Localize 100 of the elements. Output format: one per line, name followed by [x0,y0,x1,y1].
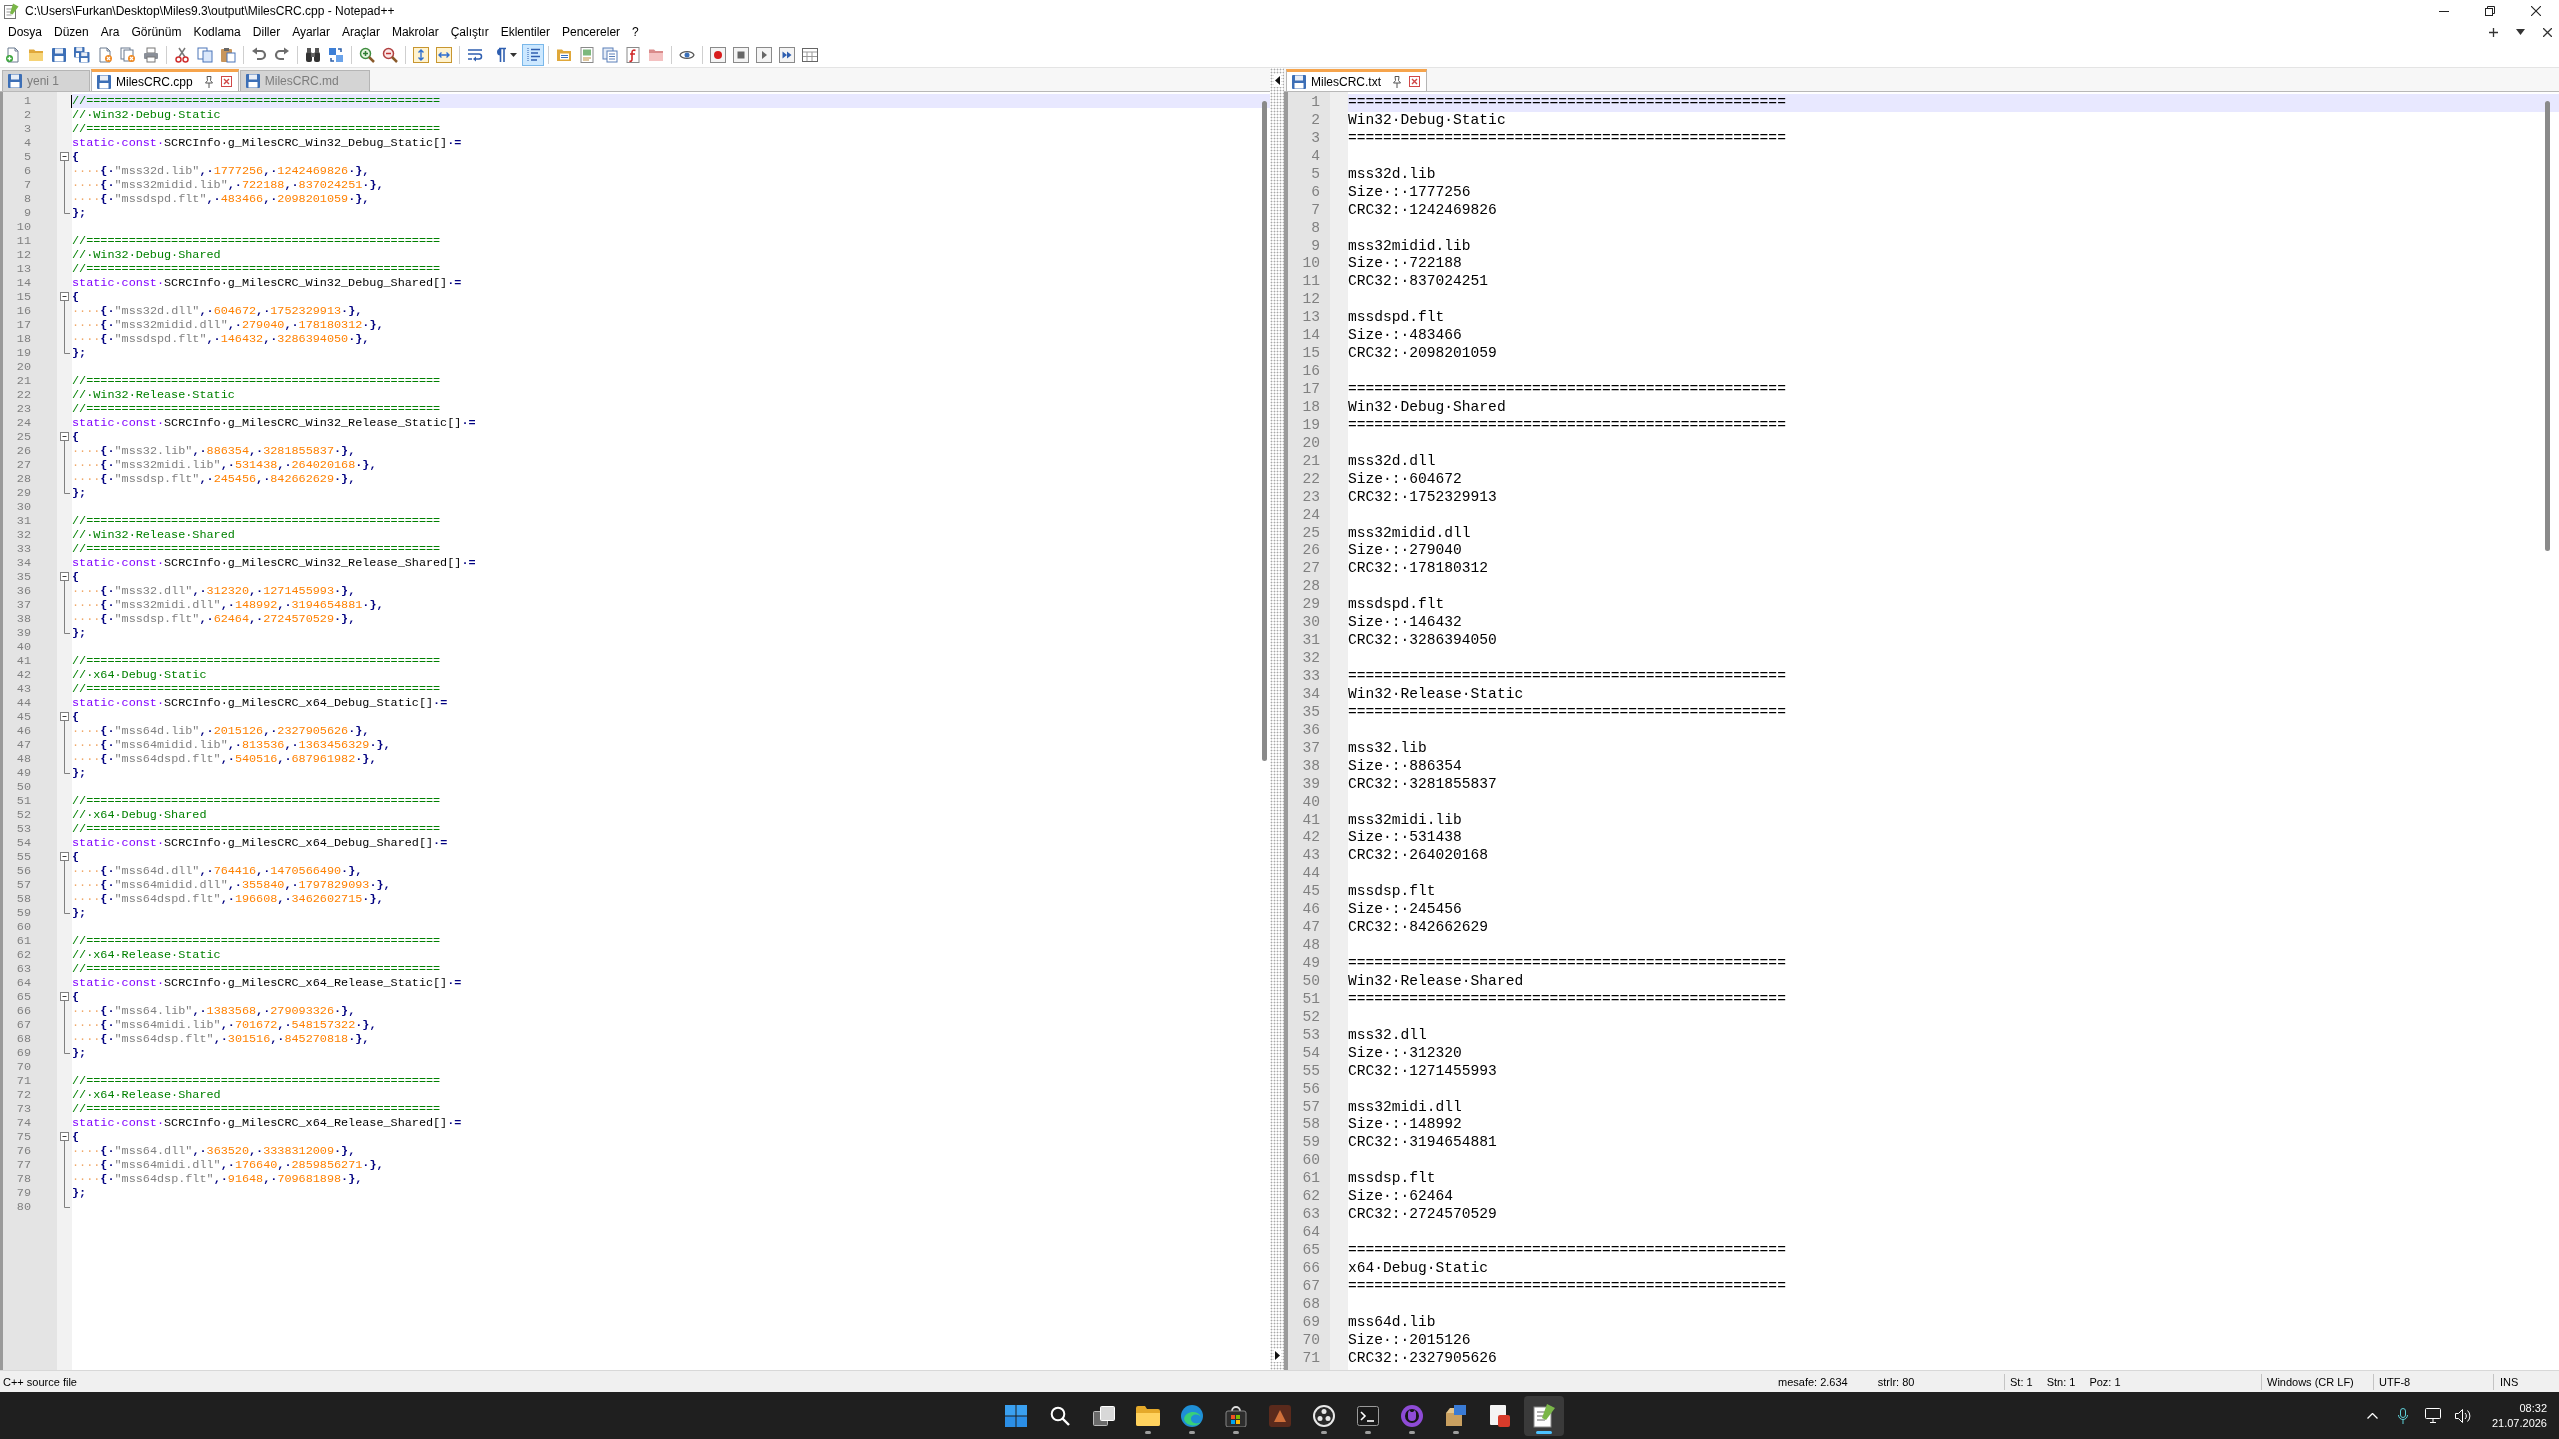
fold-end-line [64,346,70,354]
code-line: //================================================== [72,794,441,808]
menu-item[interactable]: Araçlar [335,25,386,39]
code-line: static·const·SCRCInfo·g_MilesCRC_Win32_Debug_Shared[]·= [72,276,462,290]
text-line: ================================================== [1348,955,1786,973]
menu-item[interactable]: Ayarlar [286,25,336,39]
text-line: mss32midi.lib [1348,811,1462,830]
collapse-box-icon[interactable] [60,572,69,584]
pin-icon[interactable] [1392,75,1402,88]
code-line: static·const·SCRCInfo·g_MilesCRC_Win32_Release_Shared[]·= [72,556,476,570]
chevron-up-icon[interactable] [2367,1412,2379,1419]
text-line: CRC32:·3281855837 [1348,775,1497,794]
triangle-tile-icon [1268,1404,1291,1427]
line-number: 67 [16,1018,31,1032]
speaker-icon[interactable] [2454,1408,2471,1423]
line-number: 57 [1302,1098,1320,1115]
text-line: Size·:·146432 [1348,614,1462,633]
code-line: }; [72,766,87,780]
line-number: 11 [1302,273,1320,290]
text-line: ================================================== [1348,129,1786,148]
line-number: 41 [16,654,31,668]
network-monitor-icon[interactable] [2424,1408,2441,1423]
menu-item[interactable]: Görünüm [125,25,188,39]
code-line: static·const·SCRCInfo·g_MilesCRC_Win32_Release_Static[]·= [72,416,476,430]
menu-item[interactable]: Düzen [48,25,95,39]
line-number: 79 [16,1186,31,1200]
tab[interactable]: MilesCRC.cpp [91,69,239,91]
text-line: ================================================== [1348,703,1786,722]
collapse-box-icon[interactable] [60,152,69,164]
code-line: ····{·"mss32d.dll",·604672,·1752329913·}, [72,304,363,318]
toolbar-button[interactable] [522,43,544,66]
line-number: 71 [16,1074,31,1088]
code-line: static·const·SCRCInfo·g_MilesCRC_Win32_Debug_Static[]·= [72,136,462,150]
menu-item[interactable]: Dosya [2,25,48,39]
line-number: 51 [1302,990,1320,1007]
code-line: //================================================== [72,374,441,388]
scroll-thumb[interactable] [2545,101,2550,551]
menu-item[interactable]: Pencereler [556,25,627,39]
minimize-icon[interactable] [2439,10,2449,12]
menu-item[interactable]: ? [626,25,645,39]
line-number: 58 [1302,1116,1320,1133]
clock-time: 08:32 [2519,1400,2547,1416]
menu-item[interactable]: Makrolar [385,25,445,39]
collapse-box-icon[interactable] [60,712,69,724]
line-number: 28 [1302,578,1320,595]
collapse-box-icon[interactable] [60,992,69,1004]
menu-item[interactable]: Kodlama [187,25,247,39]
scroll-thumb[interactable] [1262,101,1267,761]
line-number: 77 [16,1158,31,1172]
text-line: mss32.dll [1348,1026,1427,1045]
line-number: 18 [1302,398,1320,415]
code-line: ····{·"mssdsp.flt",·62464,·2724570529·}, [72,612,356,626]
menu-item[interactable]: Ara [94,25,126,39]
close-icon[interactable] [2543,27,2552,37]
line-number: 46 [1302,901,1320,918]
code-line: //================================================== [72,1074,441,1088]
line-number: 21 [1302,452,1320,469]
collapse-box-icon[interactable] [60,432,69,444]
text-line: CRC32:·842662629 [1348,919,1489,938]
line-number: 72 [16,1088,31,1102]
menu-item[interactable]: Çalıştır [444,25,495,39]
line-number: 51 [16,794,31,808]
line-number: 1 [23,94,31,108]
restore-icon[interactable] [2485,6,2495,16]
collapse-box-icon[interactable] [60,292,69,304]
stop-icon [733,46,749,63]
line-number: 20 [1302,434,1320,451]
taskbar-button[interactable] [1523,1395,1564,1436]
collapse-box-icon[interactable] [60,852,69,864]
code-line: ····{·"mssdspd.flt",·146432,·3286394050·}, [72,332,370,346]
right-triangle-icon[interactable] [1274,1351,1280,1360]
code-line: ····{·"mss64dspd.flt",·540516,·687961982·}, [72,752,377,766]
column-label: Stn: 1 [2046,1375,2076,1388]
left-triangle-icon[interactable] [1274,76,1280,85]
position-label: Poz: 1 [2089,1375,2121,1388]
code-line: }; [72,1186,87,1200]
picture-page-icon [579,46,595,63]
microphone-icon[interactable] [2397,1407,2408,1424]
code-line: //================================================== [72,682,441,696]
fold-end-line [64,486,70,494]
pin-icon[interactable] [203,75,214,88]
line-number: 36 [1302,721,1320,738]
menu-item[interactable]: Eklentiler [494,25,556,39]
plus-icon[interactable] [2489,27,2498,37]
code-line: ····{·"mss64dsp.flt",·91648,·709681898·}, [72,1172,363,1186]
line-number: 23 [16,402,31,416]
line-number: 10 [16,220,31,234]
text-line: mss32.lib [1348,739,1427,758]
window-title: C:\Users\Furkan\Desktop\Miles9.3\output\MilesCRC.cpp - Notepad++ [25,4,395,18]
close-icon[interactable] [2531,6,2541,16]
code-line: ····{·"mss32d.lib",·1777256,·1242469826·}, [72,164,370,178]
code-line: ····{·"mss32midid.dll",·279040,·178180312·}, [72,318,384,332]
caret-down-icon[interactable] [2516,29,2525,35]
line-number: 43 [1302,847,1320,864]
tab[interactable]: MilesCRC.txt [1286,69,1427,91]
text-line: mss32d.lib [1348,165,1436,184]
menu-item[interactable]: Diller [246,25,287,39]
redo-icon [274,46,290,63]
collapse-box-icon[interactable] [60,1132,69,1144]
line-number: 10 [1302,255,1320,272]
